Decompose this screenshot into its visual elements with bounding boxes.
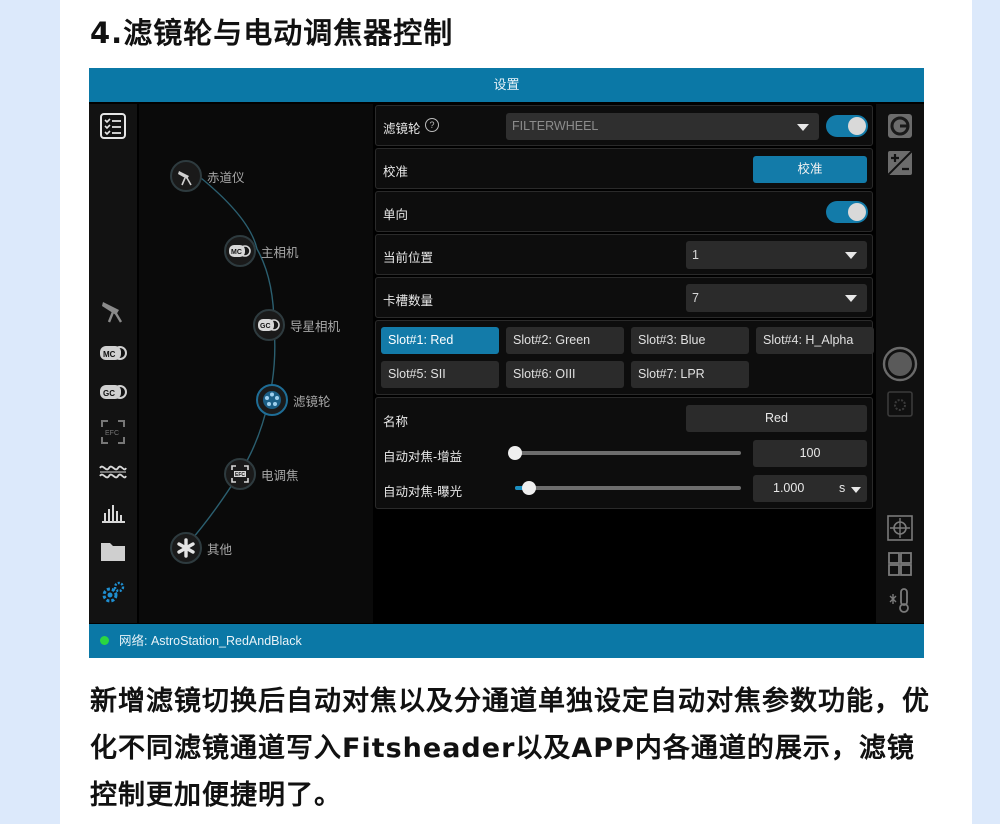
- slot-count-select[interactable]: 7: [686, 284, 867, 312]
- g-badge-icon[interactable]: [886, 112, 914, 140]
- slot-count-row: 卡槽数量 7: [375, 277, 873, 318]
- slot-button-2[interactable]: Slot#2: Green: [506, 327, 624, 354]
- af-exposure-unit[interactable]: s: [839, 475, 845, 502]
- exposure-plus-minus-icon[interactable]: [886, 149, 914, 177]
- filter-wheel-row: 滤镜轮 ? FILTERWHEEL: [375, 105, 873, 146]
- tree-node-filter-wheel[interactable]: 滤镜轮: [256, 384, 331, 416]
- help-icon[interactable]: ?: [425, 118, 439, 132]
- tree-node-main-camera[interactable]: MC 主相机: [224, 235, 299, 267]
- image-settings-icon[interactable]: [886, 390, 914, 418]
- slot-button-4[interactable]: Slot#4: H_Alpha: [756, 327, 874, 354]
- slot-count-label: 卡槽数量: [383, 294, 434, 308]
- network-status-indicator: [100, 636, 109, 645]
- window-title: 设置: [89, 68, 924, 102]
- filter-wheel-icon: [256, 384, 288, 416]
- app-window: 设置 MC GC EFC 赤道仪 MC 主相机 GC 导星相机 滤镜轮 EFC …: [89, 68, 924, 658]
- left-toolbar: MC GC EFC: [89, 104, 137, 623]
- tree-node-label: 主相机: [261, 245, 299, 260]
- calibrate-button[interactable]: 校准: [753, 156, 867, 183]
- slot-button-1[interactable]: Slot#1: Red: [381, 327, 499, 354]
- target-crosshair-icon[interactable]: [886, 514, 914, 542]
- capture-button-icon[interactable]: [882, 346, 918, 382]
- checklist-icon[interactable]: [99, 112, 127, 140]
- svg-text:EFC: EFC: [235, 472, 245, 478]
- current-position-row: 当前位置 1: [375, 234, 873, 275]
- svg-text:EFC: EFC: [105, 430, 119, 437]
- unidirectional-row: 单向: [375, 191, 873, 232]
- waveform-icon[interactable]: [99, 458, 127, 486]
- right-background-stripe: [972, 0, 1000, 824]
- slot-button-3[interactable]: Slot#3: Blue: [631, 327, 749, 354]
- tree-node-label: 其他: [207, 542, 233, 557]
- af-exposure-slider[interactable]: [515, 481, 741, 495]
- telescope-mount-icon[interactable]: [99, 296, 127, 324]
- slots-grid: Slot#1: Red Slot#2: Green Slot#3: Blue S…: [375, 320, 874, 395]
- tree-node-label: 赤道仪: [207, 170, 245, 185]
- telescope-mount-icon: [170, 160, 202, 192]
- chevron-down-icon: [845, 252, 857, 259]
- tree-node-label: 滤镜轮: [293, 394, 331, 409]
- settings-gears-icon[interactable]: [99, 579, 127, 607]
- feature-caption: 新增滤镜切换后自动对焦以及分通道单独设定自动对焦参数功能，优化不同滤镜通道写入F…: [90, 686, 930, 811]
- right-toolbar: [876, 104, 924, 623]
- slot-detail: 名称 Red 自动对焦-增益 100 自动对焦-曝光 1.000 s: [375, 397, 873, 509]
- calibrate-label: 校准: [383, 165, 409, 179]
- af-exposure-value-field[interactable]: 1.000 s: [753, 475, 867, 502]
- slot-button-5[interactable]: Slot#5: SII: [381, 361, 499, 388]
- network-status-text: 网络: AstroStation_RedAndBlack: [119, 634, 302, 648]
- slot-button-7[interactable]: Slot#7: LPR: [631, 361, 749, 388]
- calibrate-row: 校准 校准: [375, 148, 873, 189]
- af-gain-slider-handle[interactable]: [508, 446, 522, 460]
- af-exposure-label: 自动对焦-曝光: [383, 485, 463, 499]
- focuser-icon: EFC: [224, 458, 256, 490]
- chevron-down-icon: [797, 123, 809, 131]
- current-position-value: 1: [692, 248, 699, 262]
- filter-wheel-enable-toggle[interactable]: [826, 115, 868, 137]
- device-tree: 赤道仪 MC 主相机 GC 导星相机 滤镜轮 EFC 电调焦 其他: [139, 104, 373, 623]
- svg-text:MC: MC: [103, 350, 116, 359]
- folder-icon[interactable]: [99, 537, 127, 565]
- filter-wheel-label: 滤镜轮: [383, 122, 421, 136]
- status-bar: 网络: AstroStation_RedAndBlack: [89, 624, 924, 658]
- tree-node-label: 电调焦: [261, 468, 299, 483]
- slot-name-label: 名称: [383, 415, 409, 429]
- tree-node-label: 导星相机: [290, 319, 341, 334]
- slot-count-value: 7: [692, 291, 699, 305]
- chevron-down-icon[interactable]: [851, 487, 861, 493]
- focuser-icon[interactable]: EFC: [99, 418, 127, 446]
- tree-node-focuser[interactable]: EFC 电调焦: [224, 458, 299, 490]
- guide-camera-icon[interactable]: GC: [99, 378, 127, 406]
- tree-node-guide-camera[interactable]: GC 导星相机: [253, 309, 340, 341]
- chevron-down-icon: [845, 295, 857, 302]
- tree-node-mount[interactable]: 赤道仪: [170, 160, 245, 192]
- slot-name-field[interactable]: Red: [686, 405, 867, 432]
- filter-wheel-settings-panel: 滤镜轮 ? FILTERWHEEL 校准 校准 单向 当前位置 1 卡槽数量 7…: [375, 104, 874, 623]
- tree-node-other[interactable]: 其他: [170, 532, 232, 564]
- section-heading: 4.滤镜轮与电动调焦器控制: [90, 16, 454, 50]
- temperature-icon[interactable]: [886, 586, 914, 614]
- af-gain-value[interactable]: 100: [753, 440, 867, 467]
- af-gain-label: 自动对焦-增益: [383, 450, 463, 464]
- filter-wheel-device-value: FILTERWHEEL: [512, 119, 599, 133]
- af-exposure-slider-handle[interactable]: [522, 481, 536, 495]
- histogram-icon[interactable]: [99, 497, 127, 525]
- svg-text:GC: GC: [260, 323, 271, 330]
- slot-button-6[interactable]: Slot#6: OIII: [506, 361, 624, 388]
- unidirectional-toggle[interactable]: [826, 201, 868, 223]
- main-camera-icon[interactable]: MC: [99, 339, 127, 367]
- svg-text:MC: MC: [231, 249, 242, 256]
- main-camera-icon: MC: [224, 235, 256, 267]
- filter-wheel-device-select[interactable]: FILTERWHEEL: [506, 113, 819, 140]
- asterisk-icon: [170, 532, 202, 564]
- af-gain-slider[interactable]: [508, 446, 741, 460]
- grid-icon[interactable]: [886, 550, 914, 578]
- af-exposure-value: 1.000: [773, 481, 805, 495]
- unidirectional-label: 单向: [383, 208, 409, 222]
- current-position-label: 当前位置: [383, 251, 434, 265]
- left-background-stripe: [0, 0, 60, 824]
- current-position-select[interactable]: 1: [686, 241, 867, 269]
- guide-camera-icon: GC: [253, 309, 285, 341]
- svg-text:GC: GC: [103, 389, 115, 398]
